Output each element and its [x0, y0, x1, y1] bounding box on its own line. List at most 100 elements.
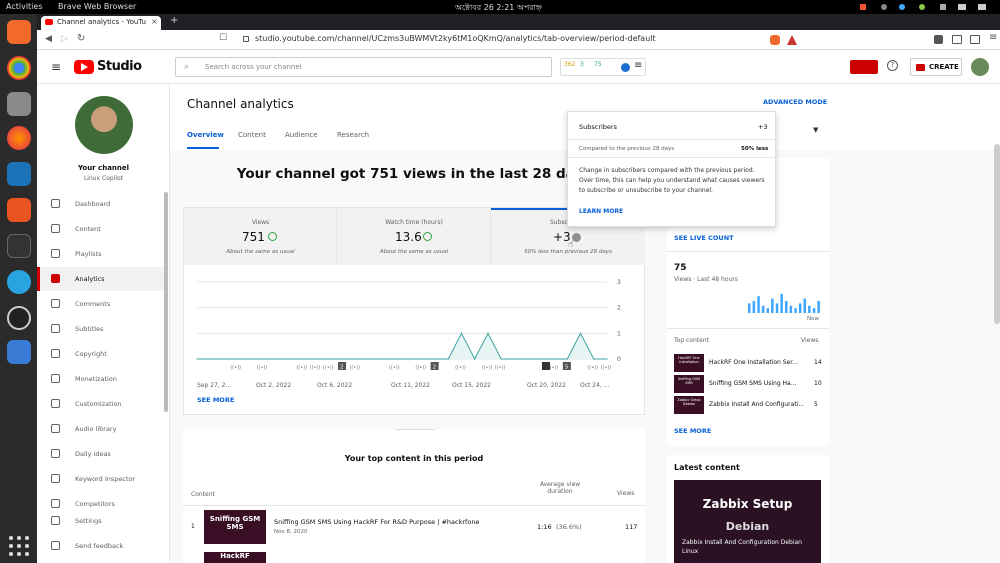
tab-title: Channel analytics - YouTu [57, 18, 146, 26]
row-thumbnail[interactable]: HackRF [204, 552, 266, 563]
menu-icon[interactable]: ≡ [989, 32, 997, 43]
metric-label: Subsc [550, 219, 568, 226]
page-scrollbar[interactable] [994, 144, 1000, 324]
create-button[interactable]: CREATE [910, 58, 962, 76]
system-tray[interactable] [860, 3, 990, 11]
vidiq-menu-icon[interactable]: ≡ [634, 60, 642, 71]
publish-marker-icon[interactable]: ((•)) [389, 365, 400, 371]
realtime-see-more-link[interactable]: SEE MORE [674, 427, 711, 435]
extensions-icon[interactable] [934, 35, 943, 44]
realtime-item[interactable]: Zabbix Setup Debian Zabbix Install And Co… [674, 396, 824, 414]
publish-marker-icon[interactable]: ((•)) [296, 365, 307, 371]
publish-marker-icon[interactable]: ((•)) [310, 365, 321, 371]
bookmark-icon[interactable]: ☐ [219, 33, 227, 43]
youtube-logo-icon[interactable] [74, 60, 94, 74]
brave-shields-icon[interactable] [770, 35, 780, 45]
sidebar-item-copyright[interactable]: Copyright [37, 342, 164, 366]
row-title[interactable]: Sniffing GSM SMS Using HackRF For R&D Pu… [274, 518, 479, 526]
publish-marker-icon[interactable]: ((•)) [349, 365, 360, 371]
browser-tab[interactable]: Channel analytics - YouTu × [41, 16, 161, 30]
publish-marker-icon[interactable]: ((•)) [230, 365, 241, 371]
forward-icon[interactable]: ▷ [61, 34, 68, 44]
help-icon[interactable]: ? [887, 60, 898, 71]
sidebar-item-customization[interactable]: Customization [37, 392, 164, 416]
publish-marker-icon[interactable]: ((•)) [601, 365, 612, 371]
publish-marker-icon[interactable]: ((•)) [482, 365, 493, 371]
text-editor-icon[interactable] [7, 340, 31, 364]
sidebar-item-subtitles[interactable]: Subtitles [37, 317, 164, 341]
play-marker-icon[interactable] [542, 362, 550, 370]
publish-marker-icon[interactable]: ((•)) [415, 365, 426, 371]
sidebar-item-keyword-inspector[interactable]: Keyword Inspector [37, 467, 164, 491]
row-thumbnail[interactable]: Sniffing GSM SMS [204, 510, 266, 544]
sidebar-item-comments[interactable]: Comments [37, 292, 164, 316]
software-icon[interactable] [7, 198, 31, 222]
wallet-icon[interactable] [970, 35, 980, 44]
tab-research[interactable]: Research [337, 131, 369, 139]
firefox-icon[interactable] [7, 126, 31, 150]
sidebar-item-audio-library[interactable]: Audio library [37, 417, 164, 441]
sidebar-item-send-feedback[interactable]: Send feedback [37, 534, 164, 558]
reload-icon[interactable]: ↻ [77, 33, 85, 44]
sidebar-item-dashboard[interactable]: Dashboard [37, 192, 164, 216]
column-views: Views [617, 490, 635, 497]
tooltip-description: Change in subscribers compared with the … [579, 167, 765, 194]
writer-icon[interactable] [7, 162, 31, 186]
publish-marker-icon[interactable]: ((•)) [323, 365, 334, 371]
tab-content[interactable]: Content [238, 131, 266, 139]
sidebar-item-content[interactable]: Content [37, 217, 164, 241]
metric-watch-time[interactable]: Watch time (hours) 13.6 About the same a… [337, 208, 491, 265]
tab-close-icon[interactable]: × [151, 17, 158, 26]
subscribers-tooltip: Subscribers +3 Compared to the previous … [567, 111, 777, 227]
apps-grid-icon[interactable] [7, 534, 31, 558]
learn-more-link[interactable]: LEARN MORE [579, 208, 623, 215]
see-live-count-link[interactable]: SEE LIVE COUNT [674, 234, 734, 242]
advanced-mode-button[interactable]: ADVANCED MODE [763, 98, 827, 106]
publish-marker-icon[interactable]: ((•)) [455, 365, 466, 371]
see-more-link[interactable]: SEE MORE [197, 396, 234, 404]
brave-icon[interactable] [7, 20, 31, 44]
new-tab-button[interactable]: + [170, 15, 178, 26]
metric-views[interactable]: Views 751 About the same as usual [184, 208, 337, 265]
back-icon[interactable]: ◀ [45, 34, 52, 44]
y-tick-label: 0 [617, 356, 621, 363]
latest-thumbnail[interactable]: Zabbix Setup Debian Zabbix Install And C… [674, 480, 821, 563]
publish-marker-icon[interactable]: ((•)) [587, 365, 598, 371]
thumb-text: Sniffing GSM SMS [209, 515, 261, 531]
sidebar-item-analytics[interactable]: Analytics [37, 267, 164, 291]
activities-button[interactable]: Activities [6, 2, 43, 11]
sidebar-item-label: Subtitles [75, 325, 104, 333]
obs-icon[interactable] [7, 306, 31, 330]
search-box[interactable]: ⌕ Search across your channel [175, 57, 552, 77]
terminal-icon[interactable] [7, 234, 31, 258]
realtime-item[interactable]: HackRF One Installation HackRF One Instal… [674, 354, 824, 372]
app-menu[interactable]: Brave Web Browser [58, 2, 136, 11]
channel-avatar[interactable] [75, 96, 133, 154]
address-bar[interactable]: studio.youtube.com/channel/UCzms3uBWMVt2… [255, 34, 656, 43]
tab-overview[interactable]: Overview [187, 131, 224, 139]
brave-rewards-icon[interactable] [787, 35, 797, 45]
period-dropdown-icon[interactable]: ▼ [813, 126, 818, 134]
search-input[interactable]: Search across your channel [205, 63, 302, 71]
account-avatar[interactable] [971, 58, 989, 76]
publish-marker-icon[interactable]: ((•)) [495, 365, 506, 371]
chrome-icon[interactable] [7, 56, 31, 80]
sidebar-toggle-icon[interactable] [952, 35, 962, 44]
tab-audience[interactable]: Audience [285, 131, 318, 139]
realtime-item[interactable]: Sniffing GSM SMS Sniffing GSM SMS Using H… [674, 375, 824, 393]
publish-marker-icon[interactable]: ((•)) [257, 365, 268, 371]
vidiq-stats-widget[interactable]: 362 3 75 ≡ [560, 58, 646, 76]
sidebar-item-settings[interactable]: Settings [37, 509, 164, 533]
x-tick-label: Oct 24, ... [580, 382, 610, 389]
table-row[interactable]: 1 Sniffing GSM SMS Sniffing GSM SMS Usin… [183, 508, 645, 544]
hamburger-icon[interactable]: ≡ [51, 60, 61, 74]
vidiq-extension-icon[interactable] [850, 60, 878, 74]
sidebar-item-daily-ideas[interactable]: Daily ideas [37, 442, 164, 466]
sidebar-item-monetization[interactable]: Monetization [37, 367, 164, 391]
sidebar-item-playlists[interactable]: Playlists [37, 242, 164, 266]
studio-logo-text[interactable]: Studio [97, 59, 142, 74]
files-icon[interactable] [7, 92, 31, 116]
thumb-text: Sniffing GSM SMS [677, 377, 701, 385]
sidebar-scrollbar[interactable] [164, 192, 168, 412]
telegram-icon[interactable] [7, 270, 31, 294]
